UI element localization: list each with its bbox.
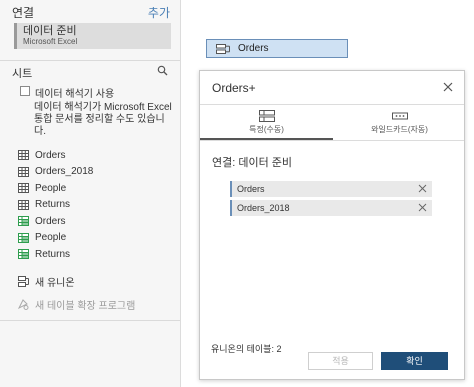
- use-interpreter-label: 데이터 해석기 사용: [35, 89, 115, 100]
- union-dialog: Orders+ 특정(수동) 와일드카드(자동) 연결: 데이터 준비 Orde…: [199, 70, 465, 380]
- sheets-header: 시트: [12, 65, 170, 80]
- extension-icon: [18, 299, 29, 310]
- use-interpreter-checkbox[interactable]: [20, 86, 30, 96]
- new-union-label: 새 유니온: [35, 278, 75, 289]
- sheet-item-returns[interactable]: Returns: [18, 197, 173, 214]
- named-range-item-returns[interactable]: Returns: [18, 246, 173, 263]
- remove-icon[interactable]: [418, 184, 427, 193]
- named-range-icon: [18, 249, 29, 260]
- wildcard-icon: [391, 112, 408, 120]
- canvas-table-pill[interactable]: Orders: [206, 39, 348, 58]
- connections-title: 연결: [12, 6, 35, 20]
- data-source-panel: 연결 추가 데이터 준비 Microsoft Excel 시트 데이터 해석기 …: [0, 0, 181, 387]
- table-icon: [18, 183, 29, 194]
- sheet-item-orders[interactable]: Orders: [18, 147, 173, 164]
- sheet-list: Orders Orders_2018 People Returns Orders…: [18, 147, 173, 263]
- table-icon: [18, 199, 29, 210]
- add-connection-link[interactable]: 추가: [148, 4, 170, 21]
- ok-button[interactable]: 확인: [381, 352, 448, 370]
- table-icon: [18, 166, 29, 177]
- divider: [200, 140, 464, 141]
- union-table-icon: [216, 43, 230, 54]
- search-icon[interactable]: [157, 65, 168, 76]
- connection-item[interactable]: 데이터 준비 Microsoft Excel: [14, 23, 171, 49]
- union-icon: [18, 276, 29, 287]
- divider: [0, 320, 180, 321]
- table-icon: [18, 150, 29, 161]
- tab-specific-manual[interactable]: 특정(수동): [200, 105, 333, 140]
- named-range-icon: [18, 216, 29, 227]
- union-table-name: Orders_2018: [237, 203, 290, 213]
- tab-label: 와일드카드(자동): [371, 125, 428, 134]
- connections-header: 연결 추가: [12, 4, 170, 20]
- union-table-row[interactable]: Orders: [230, 181, 432, 197]
- sheet-item-people[interactable]: People: [18, 180, 173, 197]
- close-icon[interactable]: [443, 82, 453, 92]
- sheet-label: Orders: [35, 149, 66, 161]
- union-table-row[interactable]: Orders_2018: [230, 200, 432, 216]
- dialog-connection-label: 연결: 데이터 준비: [212, 157, 293, 169]
- named-range-item-orders[interactable]: Orders: [18, 213, 173, 230]
- tab-wildcard-automatic[interactable]: 와일드카드(자동): [333, 105, 466, 140]
- union-tables-icon: [258, 110, 275, 122]
- union-table-name: Orders: [237, 184, 265, 194]
- tab-label: 특정(수동): [249, 125, 284, 134]
- sheet-label: Returns: [35, 199, 71, 211]
- sheets-title: 시트: [12, 68, 33, 80]
- sheet-label: People: [35, 232, 67, 244]
- new-table-extension-label: 새 테이블 확장 프로그램: [35, 301, 136, 312]
- named-range-icon: [18, 232, 29, 243]
- connection-type: Microsoft Excel: [23, 37, 78, 46]
- connection-name: 데이터 준비: [23, 25, 77, 37]
- union-table-count: 유니온의 테이블: 2: [211, 344, 282, 354]
- interpreter-description: 데이터 해석기가 Microsoft Excel 통합 문서를 정리할 수도 있…: [34, 102, 172, 137]
- dialog-title: Orders+: [212, 81, 256, 95]
- sheet-label: People: [35, 182, 67, 194]
- canvas-table-label: Orders: [238, 43, 269, 54]
- sheet-label: Orders_2018: [35, 166, 94, 178]
- sheet-item-orders-2018[interactable]: Orders_2018: [18, 164, 173, 181]
- divider: [0, 60, 180, 61]
- named-range-item-people[interactable]: People: [18, 230, 173, 247]
- remove-icon[interactable]: [418, 203, 427, 212]
- apply-button[interactable]: 적용: [308, 352, 373, 370]
- sheet-label: Orders: [35, 215, 66, 227]
- new-table-extension-item: 새 테이블 확장 프로그램: [18, 297, 135, 312]
- sheet-label: Returns: [35, 248, 71, 260]
- new-union-item[interactable]: 새 유니온: [18, 274, 75, 289]
